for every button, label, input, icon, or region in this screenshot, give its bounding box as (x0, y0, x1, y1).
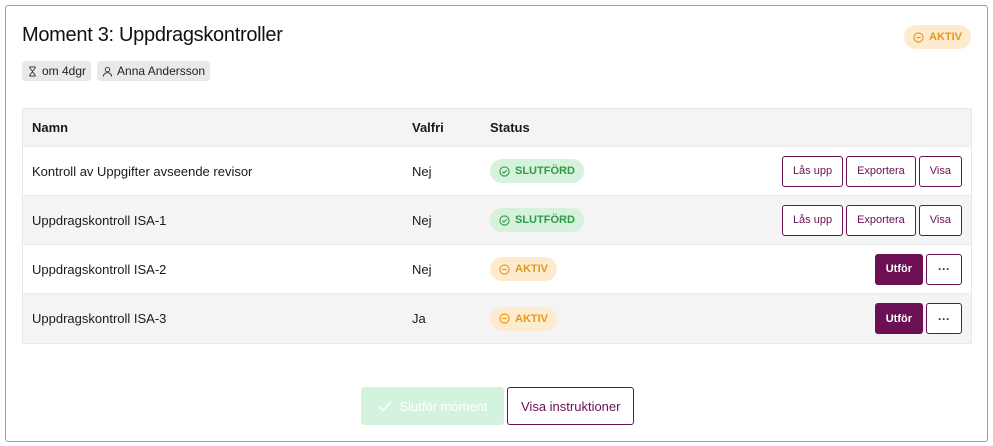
unlock-button[interactable]: Lås upp (781, 204, 844, 236)
more-options-button[interactable]: ··· (926, 303, 962, 334)
hourglass-icon (29, 65, 36, 77)
table-row: Uppdragskontroll ISA-3 Ja AKTIV Utför ··… (23, 294, 971, 343)
row-name: Uppdragskontroll ISA-2 (32, 261, 167, 277)
minus-circle-icon (499, 313, 510, 324)
row-name: Kontroll av Uppgifter avseende revisor (32, 163, 253, 179)
column-header-optional: Valfri (412, 120, 444, 135)
table-row: Uppdragskontroll ISA-2 Nej AKTIV Utför ·… (23, 245, 971, 294)
row-status-cell: SLUTFÖRD (490, 196, 584, 244)
complete-moment-button[interactable]: Slutför moment (361, 387, 504, 425)
assignee-chip: Anna Andersson (97, 61, 211, 81)
export-button[interactable]: Exportera (846, 204, 916, 236)
minus-circle-icon (499, 263, 510, 275)
row-optional: Nej (412, 163, 432, 179)
show-instructions-button[interactable]: Visa instruktioner (507, 387, 635, 425)
moment-card: Moment 3: Uppdragskontroller AKTIV om 4d… (5, 5, 988, 442)
status-badge: AKTIV (904, 25, 971, 49)
table-header: Namn Valfri Status (23, 109, 971, 147)
view-button[interactable]: Visa (918, 155, 962, 187)
check-circle-icon (499, 165, 510, 177)
minus-circle-icon (913, 31, 924, 43)
assignee-label: Anna Andersson (117, 64, 206, 78)
perform-button[interactable]: Utför (874, 253, 923, 285)
column-header-name: Namn (32, 120, 69, 135)
meta-chips: om 4dgr Anna Andersson (22, 61, 211, 81)
row-status-cell: AKTIV (490, 294, 557, 343)
row-name: Uppdragskontroll ISA-3 (32, 311, 167, 326)
row-optional: Nej (412, 212, 432, 228)
page-title: Moment 3: Uppdragskontroller (22, 24, 283, 46)
status-badge-label: AKTIV (929, 31, 962, 43)
table-row: Kontroll av Uppgifter avseende revisor N… (23, 147, 971, 196)
perform-button[interactable]: Utför (874, 303, 923, 334)
more-options-button[interactable]: ··· (926, 253, 962, 285)
status-badge-label: AKTIV (515, 263, 548, 275)
row-name: Uppdragskontroll ISA-1 (32, 212, 167, 228)
due-chip: om 4dgr (22, 61, 92, 81)
complete-moment-label: Slutför moment (399, 398, 488, 414)
row-actions: Utför ··· (874, 245, 962, 293)
status-badge-label: SLUTFÖRD (515, 165, 575, 177)
status-badge-label: SLUTFÖRD (515, 214, 575, 226)
row-actions: Lås upp Exportera Visa (781, 196, 962, 244)
row-actions: Lås upp Exportera Visa (781, 147, 962, 195)
due-label: om 4dgr (42, 64, 87, 78)
check-circle-icon (499, 214, 510, 226)
column-header-status: Status (490, 120, 530, 135)
footer-actions: Slutför moment Visa instruktioner (361, 387, 635, 425)
row-actions: Utför ··· (874, 294, 962, 343)
row-status-cell: SLUTFÖRD (490, 147, 584, 195)
status-badge: AKTIV (490, 257, 557, 281)
row-optional: Nej (412, 261, 432, 277)
unlock-button[interactable]: Lås upp (781, 155, 844, 187)
status-badge: SLUTFÖRD (490, 208, 584, 232)
row-status-cell: AKTIV (490, 245, 557, 293)
controls-table: Namn Valfri Status Kontroll av Uppgifter… (22, 108, 972, 344)
user-icon (102, 66, 113, 77)
row-optional: Ja (412, 311, 426, 326)
status-badge: SLUTFÖRD (490, 159, 584, 183)
export-button[interactable]: Exportera (846, 155, 916, 187)
status-badge-label: AKTIV (515, 312, 548, 325)
checkmark-icon (378, 401, 392, 412)
table-row: Uppdragskontroll ISA-1 Nej SLUTFÖRD Lås … (23, 196, 971, 245)
view-button[interactable]: Visa (918, 204, 962, 236)
status-badge: AKTIV (490, 306, 557, 331)
